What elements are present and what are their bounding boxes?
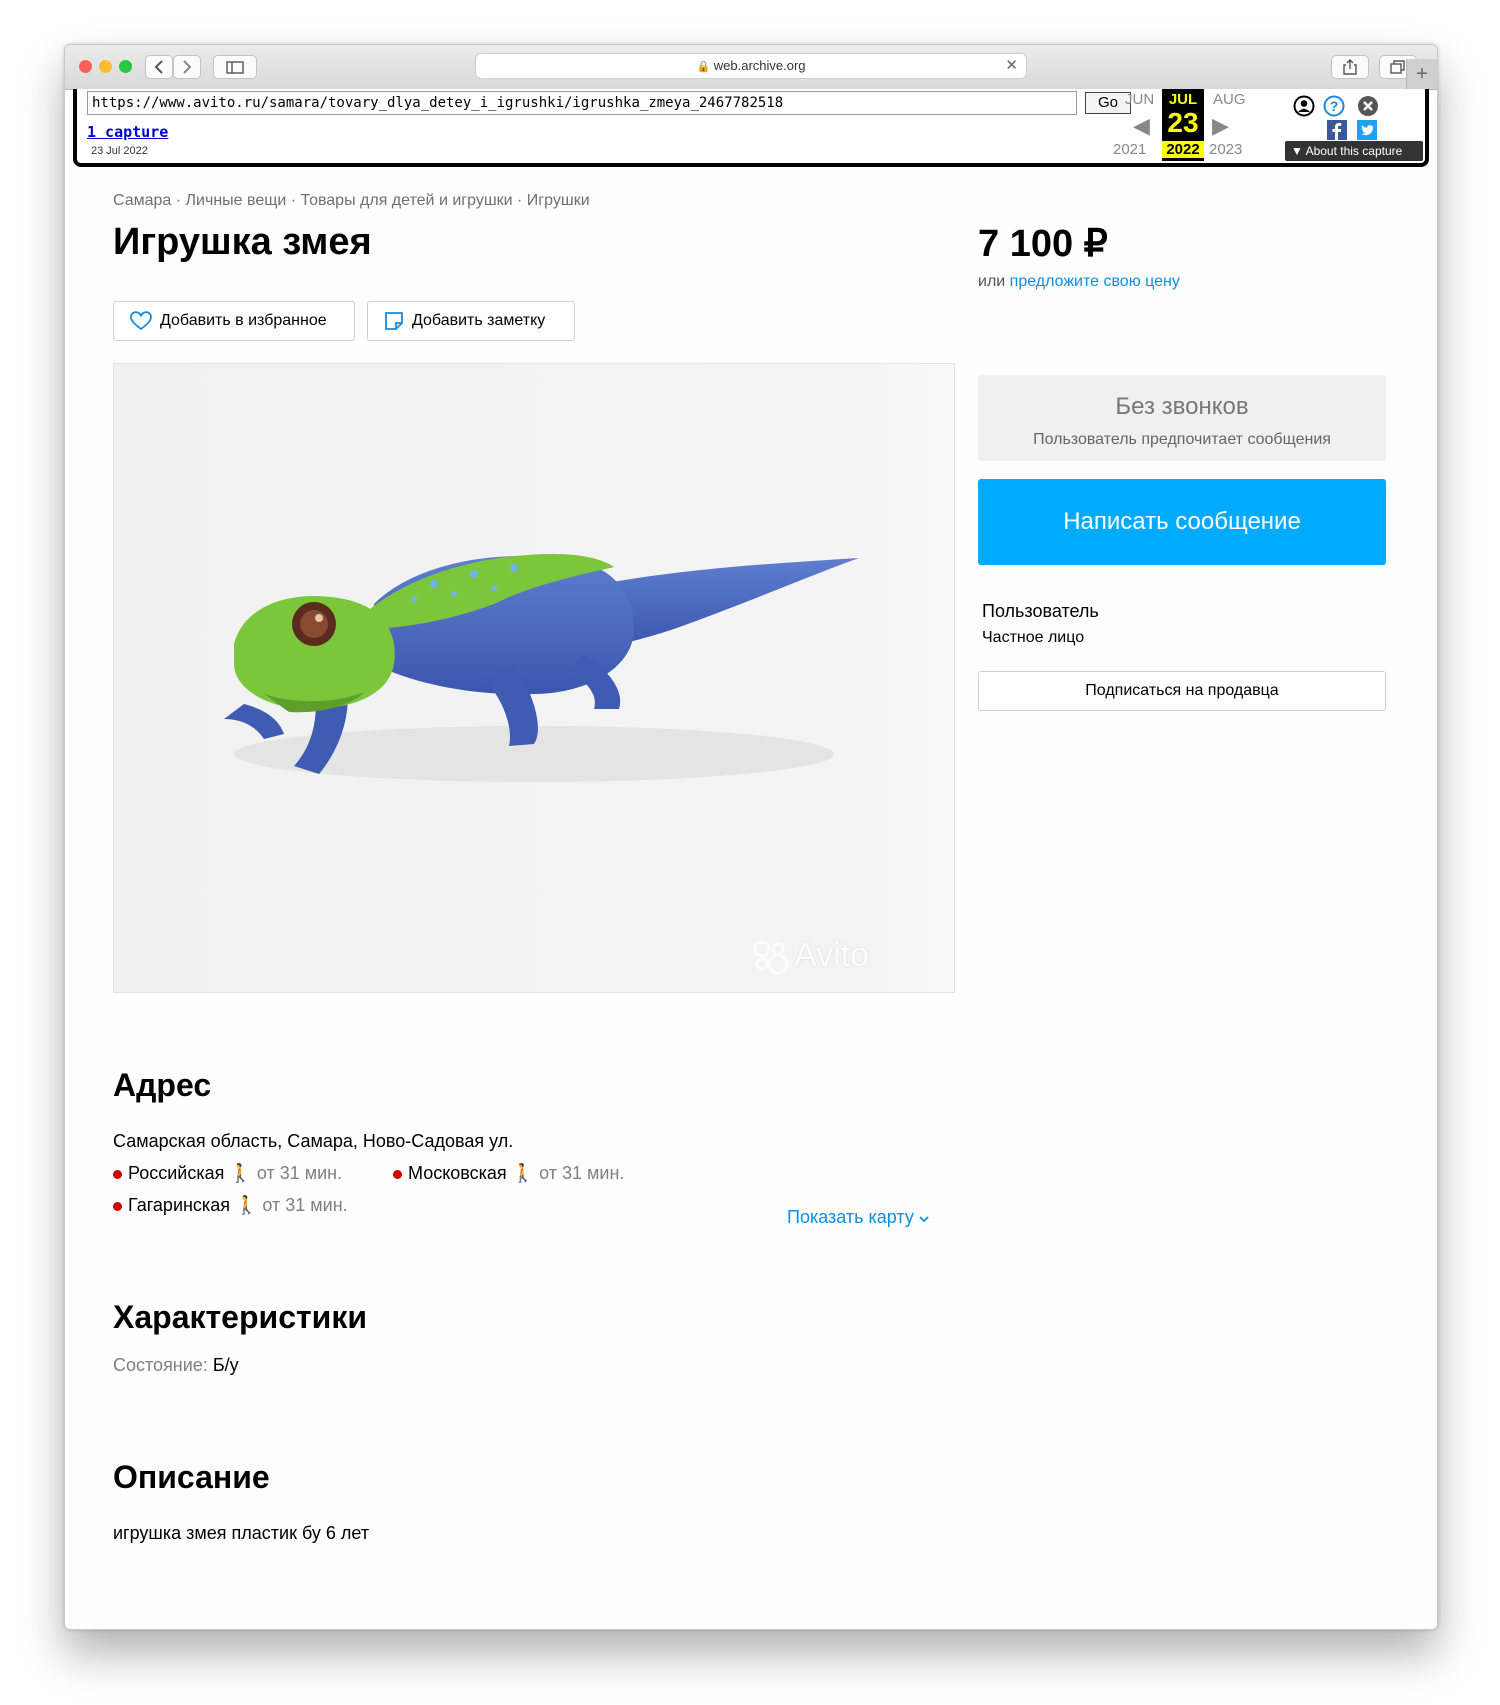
description-text: игрушка змея пластик бу 6 лет: [113, 1523, 370, 1543]
current-year: 2022: [1162, 141, 1204, 158]
subscribe-seller-button[interactable]: Подписаться на продавца: [978, 671, 1386, 711]
metro-line-dot: [393, 1169, 402, 1179]
twitter-icon[interactable]: [1357, 120, 1377, 140]
current-capture-date: JUL 23 2022: [1162, 89, 1204, 161]
tabs-icon: [1390, 60, 1405, 74]
station-time: от 31 мин.: [262, 1195, 348, 1215]
metro-line-dot: [113, 1201, 122, 1211]
show-map-label: Показать карту: [787, 1207, 914, 1227]
walking-icon: 🚶: [511, 1163, 535, 1183]
metro-station: Гагаринская 🚶 от 31 мин.: [113, 1195, 348, 1216]
description-heading: Описание: [113, 1459, 270, 1495]
sidebar-icon: [226, 60, 244, 74]
chevron-right-icon: [183, 60, 192, 74]
about-capture-label: About this capture: [1305, 144, 1403, 158]
station-time: от 31 мин.: [539, 1163, 625, 1183]
lock-icon: 🔒: [696, 61, 711, 73]
back-button[interactable]: [145, 55, 173, 79]
station-name: Гагаринская: [128, 1195, 230, 1215]
address-text: web.archive.org: [713, 58, 806, 73]
close-toolbar-icon[interactable]: [1357, 95, 1379, 117]
minimize-window-button[interactable]: [99, 60, 112, 73]
condition-value: Б/у: [212, 1355, 239, 1375]
help-icon[interactable]: ?: [1323, 95, 1345, 117]
new-tab-button[interactable]: +: [1406, 59, 1437, 89]
next-year-link[interactable]: 2023: [1209, 141, 1242, 158]
walking-icon: 🚶: [229, 1163, 252, 1183]
chevron-left-icon: [154, 60, 163, 74]
lizard-toy-image: [114, 364, 954, 992]
share-icon: [1343, 59, 1357, 75]
share-button[interactable]: [1331, 55, 1369, 79]
address-bar[interactable]: 🔒 web.archive.org ✕: [475, 53, 1027, 79]
listing-price: 7 100 ₽: [978, 223, 1108, 265]
note-label: Добавить заметку: [412, 312, 546, 329]
address-text: Самарская область, Самара, Ново-Садовая …: [113, 1131, 514, 1151]
specs-heading: Характеристики: [113, 1299, 368, 1335]
stop-loading-icon[interactable]: ✕: [1005, 54, 1018, 78]
prev-month-link[interactable]: JUN: [1125, 91, 1154, 108]
svg-text:?: ?: [1330, 98, 1339, 114]
no-calls-subtitle: Пользователь предпочитает сообщения: [1033, 431, 1331, 448]
offer-price-line: или предложите свою цену: [978, 273, 1180, 291]
user-account-icon[interactable]: [1293, 95, 1315, 117]
breadcrumbs[interactable]: Самара · Личные вещи · Товары для детей …: [113, 192, 590, 210]
favorites-label: Добавить в избранное: [160, 312, 327, 329]
address-heading: Адрес: [113, 1067, 212, 1103]
metro-station: Московская 🚶 от 31 мин.: [393, 1163, 624, 1184]
offer-price-link[interactable]: предложите свою цену: [1010, 273, 1180, 290]
walking-icon: 🚶: [234, 1195, 258, 1215]
zoom-window-button[interactable]: [119, 60, 132, 73]
wayback-url-input[interactable]: https://www.avito.ru/samara/tovary_dlya_…: [87, 91, 1077, 115]
listing-photo[interactable]: Avito: [113, 363, 955, 993]
metro-station: Российская 🚶 от 31 мин.: [113, 1163, 342, 1184]
seller-name[interactable]: Пользователь: [982, 601, 1099, 622]
show-map-link[interactable]: Показать карту: [787, 1207, 929, 1228]
station-name: Московская: [408, 1163, 507, 1183]
forward-button[interactable]: [173, 55, 201, 79]
about-capture-dropdown[interactable]: ▼ About this capture: [1285, 141, 1423, 161]
chevron-down-icon: [919, 1216, 929, 1223]
browser-toolbar: 🔒 web.archive.org ✕: [65, 45, 1437, 90]
condition-label: Состояние:: [113, 1355, 213, 1375]
heart-icon: [130, 311, 152, 331]
metro-line-dot: [113, 1169, 122, 1179]
no-calls-title: Без звонков: [1115, 393, 1249, 420]
note-icon: [385, 312, 403, 330]
photo-watermark: Avito: [794, 936, 869, 974]
seller-type: Частное лицо: [982, 629, 1085, 646]
add-note-button[interactable]: Добавить заметку: [367, 301, 575, 341]
condition-row: Состояние: Б/у: [113, 1355, 239, 1376]
prev-capture-arrow-icon[interactable]: ◀: [1133, 113, 1150, 139]
add-to-favorites-button[interactable]: Добавить в избранное: [113, 301, 355, 341]
close-window-button[interactable]: [79, 60, 92, 73]
prev-year-link[interactable]: 2021: [1113, 141, 1146, 158]
sidebar-button[interactable]: [213, 55, 257, 79]
listing-title: Игрушка змея: [113, 221, 372, 263]
next-month-link[interactable]: AUG: [1213, 91, 1246, 108]
offer-prefix: или: [978, 273, 1010, 290]
current-day: 23: [1167, 107, 1199, 138]
write-message-button[interactable]: Написать сообщение: [978, 479, 1386, 565]
current-month: JUL: [1168, 91, 1198, 108]
caret-down-icon: ▼: [1291, 144, 1303, 158]
station-name: Российская: [128, 1163, 225, 1183]
captures-link[interactable]: 1 capture: [87, 123, 168, 141]
no-calls-notice: Без звонков Пользователь предпочитает со…: [978, 375, 1386, 461]
wayback-toolbar: https://www.avito.ru/samara/tovary_dlya_…: [73, 89, 1429, 167]
next-capture-arrow-icon[interactable]: ▶: [1212, 113, 1229, 139]
browser-window: 🔒 web.archive.org ✕ + https://www.avito.…: [64, 44, 1438, 1630]
facebook-icon[interactable]: [1327, 120, 1347, 140]
capture-date: 23 Jul 2022: [91, 145, 148, 157]
station-time: от 31 мин.: [256, 1163, 343, 1183]
